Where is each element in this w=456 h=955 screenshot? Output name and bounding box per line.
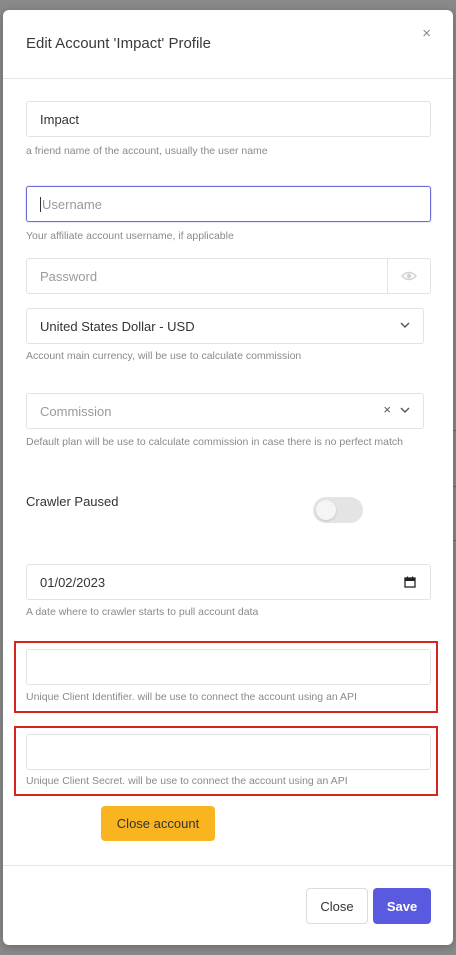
- account-name-input[interactable]: Impact: [26, 101, 431, 137]
- currency-help: Account main currency, will be use to ca…: [26, 350, 302, 362]
- close-icon[interactable]: ×: [422, 25, 431, 42]
- calendar-icon[interactable]: [404, 576, 416, 588]
- plan-help: Default plan will be use to calculate co…: [26, 436, 404, 448]
- username-help: Your affiliate account username, if appl…: [26, 230, 234, 242]
- username-placeholder: Username: [42, 196, 102, 212]
- edit-account-modal: Edit Account 'Impact' Profile × Impact a…: [3, 10, 453, 945]
- close-account-button[interactable]: Close account: [101, 806, 215, 841]
- crawler-paused-label: Crawler Paused: [26, 494, 119, 509]
- text-cursor: [40, 196, 41, 212]
- start-date-input[interactable]: 01/02/2023: [26, 564, 431, 600]
- clear-icon[interactable]: ×: [383, 402, 391, 417]
- crawler-paused-toggle[interactable]: [313, 497, 363, 523]
- eye-icon: [401, 271, 417, 281]
- account-name-help: a friend name of the account, usually th…: [26, 145, 268, 157]
- currency-select[interactable]: United States Dollar - USD: [26, 308, 424, 344]
- username-input[interactable]: Username: [26, 186, 431, 222]
- chevron-down-icon: [400, 322, 410, 328]
- password-placeholder: Password: [40, 268, 98, 284]
- modal-footer-divider: [3, 865, 453, 866]
- toggle-knob: [316, 500, 336, 520]
- currency-value: United States Dollar - USD: [40, 318, 195, 334]
- account-name-value: Impact: [40, 111, 80, 127]
- modal-title: Edit Account 'Impact' Profile: [26, 35, 211, 52]
- password-input[interactable]: Password: [26, 258, 388, 294]
- client-id-input[interactable]: [26, 649, 431, 685]
- start-date-value: 01/02/2023: [40, 574, 106, 590]
- plan-placeholder: Commission: [40, 403, 112, 419]
- client-secret-input[interactable]: [26, 734, 431, 770]
- close-button[interactable]: Close: [306, 888, 368, 924]
- modal-header: Edit Account 'Impact' Profile ×: [3, 10, 453, 79]
- show-password-button[interactable]: [387, 258, 431, 294]
- plan-select[interactable]: Commission ×: [26, 393, 424, 429]
- chevron-down-icon: [400, 407, 410, 413]
- client-secret-help: Unique Client Secret. will be use to con…: [26, 775, 348, 787]
- client-id-help: Unique Client Identifier. will be use to…: [26, 691, 357, 703]
- save-button[interactable]: Save: [373, 888, 431, 924]
- start-date-help: A date where to crawler starts to pull a…: [26, 606, 259, 618]
